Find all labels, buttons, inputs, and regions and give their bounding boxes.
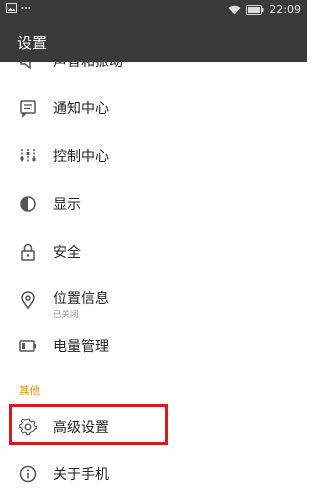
settings-item-label: 显示: [53, 196, 81, 213]
settings-item-notification[interactable]: 通知中心: [0, 84, 307, 131]
settings-item-sublabel: 已关闭: [53, 310, 79, 320]
battery-icon: [18, 336, 38, 356]
notification-icon: [18, 98, 38, 118]
page-title: 设置: [17, 34, 48, 52]
settings-item-label: 位置信息: [53, 291, 109, 307]
status-bar-left: [6, 3, 31, 13]
status-bar: 22:09: [0, 0, 307, 20]
settings-item-security[interactable]: 安全: [0, 228, 307, 275]
contrast-icon: [18, 194, 38, 214]
settings-item-label: 通知中心: [53, 100, 109, 117]
settings-item-label: 关于手机: [53, 466, 109, 483]
battery-icon: [246, 4, 264, 15]
settings-item-control-center[interactable]: 控制中心: [0, 132, 307, 179]
settings-item-label: 安全: [53, 244, 81, 261]
app-bar: 设置: [0, 20, 307, 62]
section-header-other: 其他: [19, 385, 40, 397]
settings-item-about[interactable]: 关于手机: [0, 450, 307, 497]
settings-item-label: 声音和振动: [53, 62, 123, 71]
settings-item-label: 控制中心: [53, 148, 109, 165]
settings-item-sound[interactable]: 声音和振动: [0, 62, 307, 84]
status-time: 22:09: [269, 3, 301, 16]
lock-icon: [18, 242, 38, 262]
settings-item-display[interactable]: 显示: [0, 180, 307, 227]
highlight-box: [9, 404, 168, 445]
speaker-icon: [18, 62, 38, 71]
settings-item-label: 电量管理: [53, 338, 109, 355]
info-icon: [18, 464, 38, 484]
sliders-icon: [18, 146, 38, 166]
more-dots-icon: [21, 6, 31, 10]
image-icon: [6, 3, 17, 13]
status-bar-right: 22:09: [228, 3, 301, 16]
location-pin-icon: [18, 290, 38, 310]
wifi-icon: [228, 5, 241, 15]
settings-item-battery[interactable]: 电量管理: [0, 322, 307, 369]
settings-item-location[interactable]: 位置信息 已关闭: [0, 274, 307, 326]
